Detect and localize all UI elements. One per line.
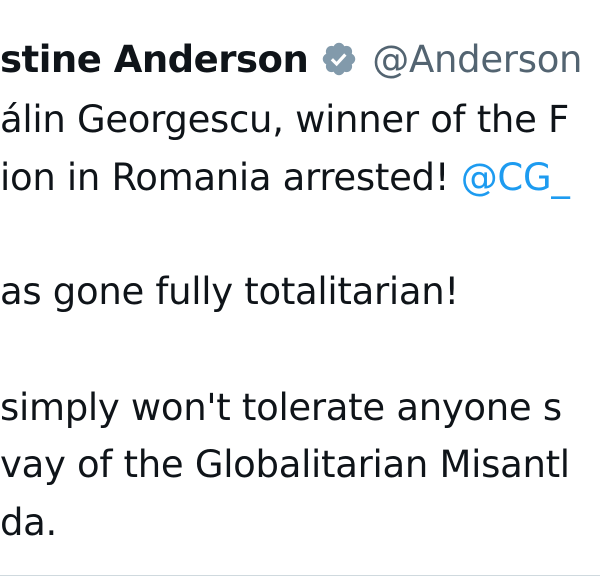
mention-link[interactable]: @CG_ (461, 156, 570, 199)
verified-badge-icon (320, 40, 358, 78)
tweet-text-line: ion in Romania arrested! @CG_ (0, 159, 570, 196)
author-handle[interactable]: @Anderson (372, 38, 582, 81)
divider (0, 575, 600, 576)
tweet-text-line: as gone fully totalitarian! (0, 273, 459, 310)
tweet-text-segment: simply won't tolerate anyone s (0, 386, 562, 429)
tweet-text-line: vay of the Globalitarian Misantl (0, 446, 570, 483)
author-display-name[interactable]: stine Anderson (0, 38, 309, 81)
tweet-header: stine Anderson @Anderson (0, 33, 582, 85)
tweet-text-segment: álin Georgescu, winner of the F (0, 98, 569, 141)
tweet-text-line: álin Georgescu, winner of the F (0, 101, 569, 138)
tweet-text-segment: as gone fully totalitarian! (0, 270, 459, 313)
tweet-text-line: simply won't tolerate anyone s (0, 389, 562, 426)
tweet-text-segment: ion in Romania arrested! (0, 156, 461, 199)
tweet-text-segment: da. (0, 501, 58, 544)
tweet-text-segment: vay of the Globalitarian Misantl (0, 443, 570, 486)
tweet-text-line: da. (0, 504, 57, 541)
